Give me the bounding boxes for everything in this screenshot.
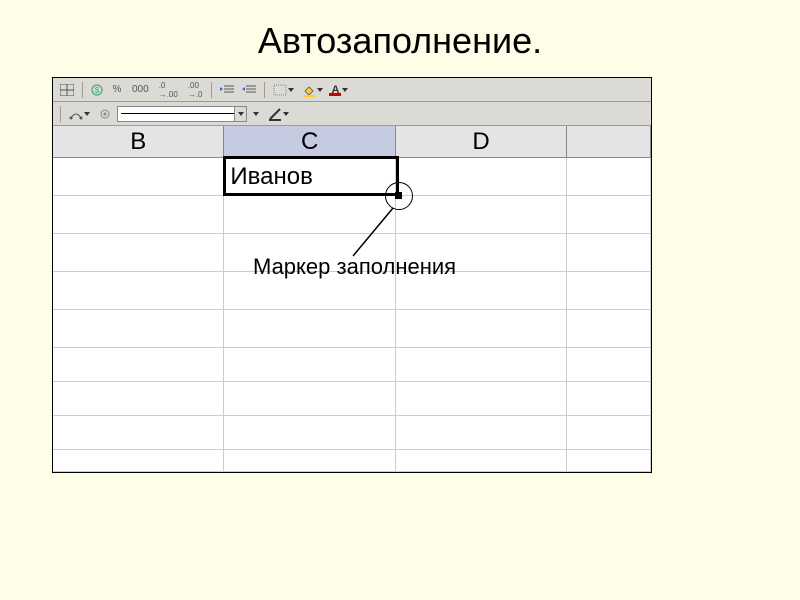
chevron-down-icon bbox=[288, 88, 294, 92]
merge-cells-icon[interactable] bbox=[57, 81, 77, 99]
line-color-icon[interactable] bbox=[265, 105, 292, 123]
chevron-down-icon bbox=[234, 107, 246, 121]
cell[interactable] bbox=[53, 450, 224, 472]
toolbar-separator bbox=[264, 82, 265, 98]
percent-label: % bbox=[112, 84, 123, 95]
cell[interactable] bbox=[567, 450, 651, 472]
table-row bbox=[53, 450, 651, 472]
cell[interactable] bbox=[53, 382, 224, 416]
cell[interactable] bbox=[224, 382, 395, 416]
drawing-toolbar bbox=[53, 102, 651, 126]
toolbar-separator bbox=[82, 82, 83, 98]
increase-indent-icon[interactable] bbox=[239, 81, 259, 99]
callout-line bbox=[53, 126, 653, 326]
table-row bbox=[53, 348, 651, 382]
formatting-toolbar: $ % 000 .0→.00 .00→.0 A bbox=[53, 78, 651, 102]
borders-icon[interactable] bbox=[270, 81, 297, 99]
slide-title: Автозаполнение. bbox=[0, 0, 800, 77]
table-row bbox=[53, 416, 651, 450]
spreadsheet-screenshot: $ % 000 .0→.00 .00→.0 A bbox=[52, 77, 652, 473]
currency-icon[interactable]: $ bbox=[88, 81, 106, 99]
cell[interactable] bbox=[53, 416, 224, 450]
cell[interactable] bbox=[567, 416, 651, 450]
svg-text:$: $ bbox=[95, 86, 100, 95]
percent-icon[interactable]: % bbox=[108, 81, 126, 99]
toolbar-separator bbox=[60, 106, 61, 122]
glue-points-icon[interactable] bbox=[95, 105, 115, 123]
decrease-decimal-icon[interactable]: .00→.0 bbox=[184, 81, 207, 99]
chevron-down-icon bbox=[342, 88, 348, 92]
fill-color-icon[interactable] bbox=[299, 81, 326, 99]
chevron-down-icon bbox=[84, 112, 90, 116]
spreadsheet-grid[interactable]: B C D Иванов bbox=[53, 126, 651, 472]
toolbar-separator bbox=[211, 82, 212, 98]
edit-points-icon[interactable] bbox=[66, 105, 93, 123]
font-color-icon[interactable]: A bbox=[328, 81, 351, 99]
chevron-down-icon bbox=[253, 112, 259, 116]
cell[interactable] bbox=[224, 416, 395, 450]
line-style-dropdown[interactable] bbox=[117, 106, 247, 122]
thousands-label: 000 bbox=[131, 84, 150, 95]
decrease-indent-icon[interactable] bbox=[217, 81, 237, 99]
cell[interactable] bbox=[567, 348, 651, 382]
line-sample bbox=[121, 113, 243, 114]
cell[interactable] bbox=[224, 450, 395, 472]
chevron-down-icon bbox=[283, 112, 289, 116]
cell[interactable] bbox=[224, 348, 395, 382]
cell[interactable] bbox=[396, 382, 567, 416]
table-row bbox=[53, 382, 651, 416]
cell[interactable] bbox=[396, 450, 567, 472]
thousands-icon[interactable]: 000 bbox=[128, 81, 153, 99]
cell[interactable] bbox=[567, 382, 651, 416]
cell[interactable] bbox=[53, 348, 224, 382]
chevron-down-icon bbox=[317, 88, 323, 92]
cell[interactable] bbox=[396, 416, 567, 450]
increase-decimal-icon[interactable]: .0→.00 bbox=[155, 81, 182, 99]
callout-circle bbox=[385, 182, 413, 210]
cell[interactable] bbox=[396, 348, 567, 382]
